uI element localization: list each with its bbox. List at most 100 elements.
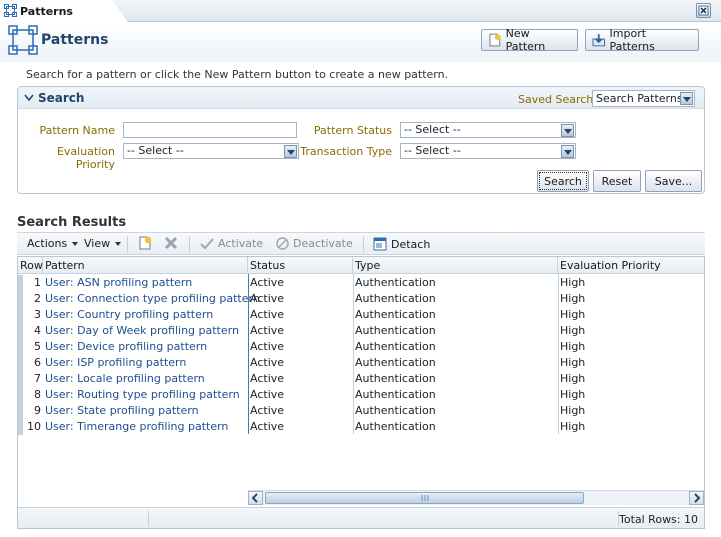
cell-status: Active	[250, 404, 285, 417]
search-title: Search	[38, 91, 85, 105]
cell-evaluation-priority: High	[560, 388, 586, 401]
cell-status: Active	[250, 372, 285, 385]
tab-patterns[interactable]: Patterns	[0, 0, 128, 22]
page-title: Patterns	[41, 32, 109, 48]
new-document-icon	[489, 33, 501, 47]
cell-evaluation-priority: High	[560, 292, 586, 305]
chevron-down-icon	[680, 92, 693, 105]
cell-type: Authentication	[355, 308, 436, 321]
chevron-down-icon	[115, 241, 122, 246]
transaction-type-label: Transaction Type	[300, 145, 392, 158]
collapse-icon[interactable]	[24, 94, 34, 102]
activate-button[interactable]: Activate	[200, 237, 263, 250]
chevron-down-icon	[561, 124, 574, 137]
table-header: Row Pattern Status Type Evaluation Prior…	[18, 257, 704, 274]
delete-row-button[interactable]	[163, 235, 179, 251]
cell-pattern[interactable]: User: State profiling pattern	[43, 403, 248, 419]
close-icon	[698, 5, 709, 16]
cell-status: Active	[250, 420, 285, 433]
table-row[interactable]: 6 User: ISP profiling pattern Active Authen…	[18, 355, 704, 371]
actions-menu[interactable]: Actions	[27, 237, 79, 250]
cell-evaluation-priority: High	[560, 372, 586, 385]
column-header-type[interactable]: Type	[353, 257, 558, 274]
table-row[interactable]: 2 User: Connection type profiling pattern…	[18, 291, 704, 307]
cell-type: Authentication	[355, 420, 436, 433]
saved-search-select[interactable]: Search Patterns	[592, 90, 695, 107]
search-button[interactable]: Search	[537, 170, 589, 192]
save-search-button[interactable]: Save...	[645, 170, 702, 192]
saved-search-label: Saved Search	[518, 93, 594, 106]
instructions-text: Search for a pattern or click the New Pa…	[26, 68, 449, 81]
reset-button[interactable]: Reset	[593, 170, 641, 192]
table-row[interactable]: 7 User: Locale profiling pattern Active Aut…	[18, 371, 704, 387]
cell-pattern[interactable]: User: Day of Week profiling pattern	[43, 323, 248, 339]
pattern-status-select[interactable]: -- Select --	[400, 122, 576, 138]
patterns-icon	[4, 4, 17, 17]
scroll-right-button[interactable]	[689, 491, 704, 505]
close-tab-button[interactable]	[696, 3, 711, 18]
cell-row: 9	[34, 404, 41, 417]
cell-status: Active	[250, 292, 285, 305]
cell-evaluation-priority: High	[560, 356, 586, 369]
create-row-button[interactable]	[137, 235, 153, 251]
cell-pattern[interactable]: User: ASN profiling pattern	[43, 275, 248, 291]
deactivate-button[interactable]: Deactivate	[276, 237, 353, 250]
page-header: Patterns New Pattern Import Patterns	[0, 22, 721, 62]
scroll-left-button[interactable]	[248, 491, 263, 505]
cell-status: Active	[250, 324, 285, 337]
cell-pattern[interactable]: User: Routing type profiling pattern	[43, 387, 248, 403]
view-menu[interactable]: View	[84, 237, 122, 250]
cell-pattern[interactable]: User: ISP profiling pattern	[43, 355, 248, 371]
checkmark-icon	[200, 237, 214, 249]
cell-pattern[interactable]: User: Timerange profiling pattern	[43, 419, 248, 435]
cell-pattern[interactable]: User: Country profiling pattern	[43, 307, 248, 323]
column-header-pattern[interactable]: Pattern	[43, 257, 248, 274]
cell-evaluation-priority: High	[560, 420, 586, 433]
cell-pattern[interactable]: User: Locale profiling pattern	[43, 371, 248, 387]
cell-status: Active	[250, 340, 285, 353]
chevron-down-icon	[72, 241, 79, 246]
delete-icon	[164, 236, 178, 250]
detach-button[interactable]: Detach	[373, 237, 430, 251]
column-header-evaluation-priority[interactable]: Evaluation Priority	[558, 257, 704, 274]
cell-pattern[interactable]: User: Connection type profiling pattern	[43, 291, 260, 307]
import-patterns-button[interactable]: Import Patterns	[585, 27, 699, 53]
search-results-title: Search Results	[17, 215, 127, 230]
column-header-row[interactable]: Row	[18, 257, 43, 274]
table-row[interactable]: 10 User: Timerange profiling pattern Activ…	[18, 419, 704, 435]
scroll-thumb[interactable]	[265, 492, 584, 504]
arrow-right-icon	[694, 493, 701, 503]
new-pattern-button[interactable]: New Pattern	[481, 27, 578, 53]
cell-row: 1	[34, 276, 41, 289]
no-entry-icon	[276, 237, 289, 250]
horizontal-scrollbar[interactable]	[248, 490, 704, 505]
search-panel: Search Saved Search Search Patterns Patt…	[17, 86, 705, 194]
cell-status: Active	[250, 276, 285, 289]
results-toolbar: Actions View Activate Deactivate Detach	[17, 232, 705, 255]
tab-label: Patterns	[20, 4, 73, 18]
cell-row: 6	[34, 356, 41, 369]
table-row[interactable]: 3 User: Country profiling pattern Active Au…	[18, 307, 704, 323]
search-panel-header: Search Saved Search Search Patterns	[18, 87, 704, 109]
arrow-left-icon	[251, 493, 258, 503]
table-row[interactable]: 4 User: Day of Week profiling pattern Acti…	[18, 323, 704, 339]
cell-evaluation-priority: High	[560, 308, 586, 321]
table-row[interactable]: 1 User: ASN profiling pattern Active Authen…	[18, 275, 704, 291]
cell-status: Active	[250, 308, 285, 321]
table-row[interactable]: 8 User: Routing type profiling pattern Act…	[18, 387, 704, 403]
table-row[interactable]: 5 User: Device profiling pattern Active Aut…	[18, 339, 704, 355]
column-header-status[interactable]: Status	[248, 257, 353, 274]
evaluation-priority-select[interactable]: -- Select --	[123, 143, 299, 159]
cell-row: 5	[34, 340, 41, 353]
cell-status: Active	[250, 388, 285, 401]
toolbar-divider	[127, 236, 128, 253]
patterns-icon	[8, 25, 38, 55]
detach-icon	[373, 237, 387, 251]
table-row[interactable]: 9 User: State profiling pattern Active Auth…	[18, 403, 704, 419]
pattern-name-input[interactable]	[123, 122, 297, 138]
cell-type: Authentication	[355, 340, 436, 353]
transaction-type-select[interactable]: -- Select --	[400, 143, 576, 159]
cell-type: Authentication	[355, 372, 436, 385]
cell-pattern[interactable]: User: Device profiling pattern	[43, 339, 248, 355]
cell-type: Authentication	[355, 292, 436, 305]
